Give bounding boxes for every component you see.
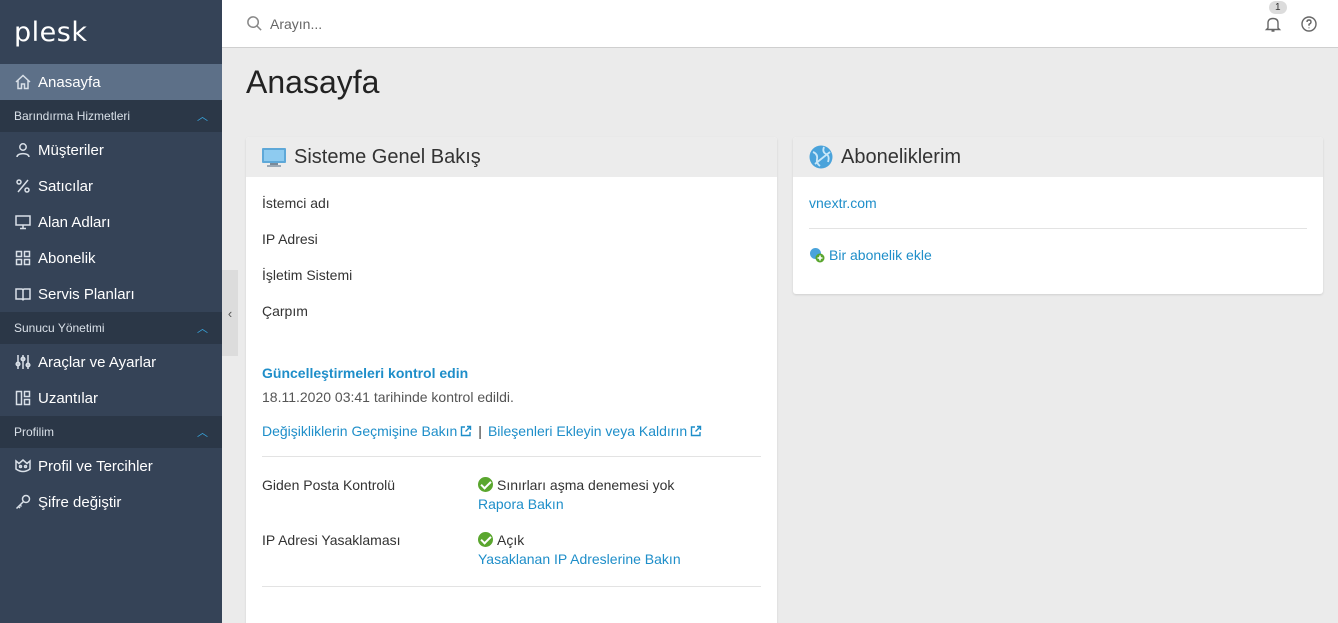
- section-title: Profilim: [14, 425, 55, 439]
- section-server-management[interactable]: Sunucu Yönetimi ︿: [0, 312, 222, 344]
- section-title: Sunucu Yönetimi: [14, 321, 105, 335]
- section-hosting-services[interactable]: Barındırma Hizmetleri ︿: [0, 100, 222, 132]
- sidebar-item-label: Satıcılar: [38, 177, 94, 195]
- home-icon: [14, 73, 32, 91]
- field-client-name: İstemci adı: [262, 195, 330, 211]
- topbar-icons: 1: [1264, 0, 1318, 48]
- sidebar-item-subscriptions[interactable]: Abonelik: [0, 240, 222, 276]
- link-label: Bileşenleri Ekleyin veya Kaldırın: [487, 423, 688, 439]
- add-subscription-icon: [809, 247, 825, 263]
- status-value: Sınırları aşma denemesi yok: [497, 477, 675, 493]
- sidebar-item-domains[interactable]: Alan Adları: [0, 204, 222, 240]
- change-history-link[interactable]: Değişikliklerin Geçmişine Bakın: [262, 423, 472, 439]
- my-subscriptions-card: Aboneliklerim vnextr.com Bir abonelik ek…: [793, 137, 1323, 294]
- percent-icon: [14, 177, 32, 195]
- section-title: Barındırma Hizmetleri: [14, 109, 131, 123]
- outgoing-mail-status: Giden Posta Kontrolü Sınırları aşma dene…: [262, 477, 761, 512]
- notifications-button[interactable]: 1: [1264, 1, 1287, 33]
- chevron-left-icon: ‹: [227, 305, 233, 321]
- check-updates-link[interactable]: Güncelleştirmeleri kontrol edin: [262, 365, 761, 381]
- computer-icon: [261, 144, 287, 170]
- field-operating-system: İşletim Sistemi: [262, 267, 353, 283]
- sidebar-item-customers[interactable]: Müşteriler: [0, 132, 222, 168]
- add-remove-components-link[interactable]: Bileşenleri Ekleyin veya Kaldırın: [488, 423, 702, 439]
- subscription-domain-link[interactable]: vnextr.com: [809, 195, 1307, 211]
- field-ip-address: IP Adresi: [262, 231, 318, 247]
- divider: [262, 586, 761, 587]
- user-icon: [14, 141, 32, 159]
- link-label: Bir abonelik ekle: [829, 247, 932, 263]
- link-label: Değişikliklerin Geçmişine Bakın: [262, 423, 458, 439]
- check-circle-icon: [478, 532, 493, 547]
- help-button[interactable]: [1300, 15, 1318, 33]
- extensions-icon: [14, 389, 32, 407]
- divider: [809, 228, 1307, 229]
- add-subscription-link[interactable]: Bir abonelik ekle: [809, 247, 1307, 263]
- sidebar-item-label: Anasayfa: [38, 73, 101, 91]
- external-link-icon: [460, 424, 472, 437]
- component-links: Değişikliklerin Geçmişine Bakın | Bileşe…: [262, 423, 761, 439]
- chevron-up-icon: ︿: [197, 111, 208, 123]
- plesk-logo[interactable]: plesk: [0, 0, 222, 64]
- link-separator: |: [478, 423, 482, 439]
- sidebar-item-label: Alan Adları: [38, 213, 111, 231]
- system-overview-card: Sisteme Genel Bakış İstemci adı IP Adres…: [246, 137, 777, 623]
- chevron-up-icon: ︿: [197, 323, 208, 335]
- sidebar-item-label: Araçlar ve Ayarlar: [38, 353, 157, 371]
- ip-ban-status: IP Adresi Yasaklaması Açık Yasaklanan IP…: [262, 532, 761, 567]
- book-icon: [14, 285, 32, 303]
- search-icon: [247, 16, 262, 31]
- status-label: IP Adresi Yasaklaması: [262, 532, 401, 548]
- topbar: 1: [222, 0, 1338, 48]
- sidebar-item-label: Servis Planları: [38, 285, 135, 303]
- search-input[interactable]: [270, 15, 870, 32]
- status-label: Giden Posta Kontrolü: [262, 477, 396, 493]
- sidebar-item-label: Şifre değiştir: [38, 493, 122, 511]
- sidebar-collapse-toggle[interactable]: ‹: [222, 270, 238, 356]
- sidebar: plesk Anasayfa Barındırma Hizmetleri ︿ M…: [0, 0, 222, 623]
- page-title: Anasayfa: [246, 64, 380, 100]
- sidebar-item-label: Abonelik: [38, 249, 96, 267]
- sidebar-item-label: Profil ve Tercihler: [38, 457, 153, 475]
- card-title: Sisteme Genel Bakış: [294, 145, 481, 168]
- section-my-profile[interactable]: Profilim ︿: [0, 416, 222, 448]
- profile-mask-icon: [14, 457, 32, 475]
- search-box: [246, 15, 946, 32]
- external-link-icon: [690, 424, 702, 437]
- sidebar-item-label: Müşteriler: [38, 141, 104, 159]
- last-checked-note: 18.11.2020 03:41 tarihinde kontrol edild…: [262, 389, 514, 405]
- sliders-icon: [14, 353, 32, 371]
- field-product: Çarpım: [262, 303, 308, 319]
- check-circle-icon: [478, 477, 493, 492]
- status-value: Açık: [497, 532, 525, 548]
- sidebar-item-tools-settings[interactable]: Araçlar ve Ayarlar: [0, 344, 222, 380]
- bell-icon: [1264, 17, 1282, 32]
- sidebar-item-service-plans[interactable]: Servis Planları: [0, 276, 222, 312]
- grid-icon: [14, 249, 32, 267]
- chevron-up-icon: ︿: [197, 427, 208, 439]
- key-icon: [14, 493, 32, 511]
- card-header: Aboneliklerim: [793, 137, 1323, 177]
- view-banned-ips-link[interactable]: Yasaklanan IP Adreslerine Bakın: [478, 551, 681, 567]
- card-title: Aboneliklerim: [841, 145, 962, 168]
- sidebar-item-label: Uzantılar: [38, 389, 99, 407]
- divider: [262, 456, 761, 457]
- view-report-link[interactable]: Rapora Bakın: [478, 496, 674, 512]
- sidebar-item-home[interactable]: Anasayfa: [0, 64, 222, 100]
- help-icon: [1301, 16, 1317, 32]
- sidebar-item-resellers[interactable]: Satıcılar: [0, 168, 222, 204]
- sidebar-item-change-password[interactable]: Şifre değiştir: [0, 484, 222, 520]
- sidebar-item-profile-preferences[interactable]: Profil ve Tercihler: [0, 448, 222, 484]
- globe-icon: [808, 144, 834, 170]
- card-header: Sisteme Genel Bakış: [246, 137, 777, 177]
- sidebar-item-extensions[interactable]: Uzantılar: [0, 380, 222, 416]
- monitor-icon: [14, 213, 32, 231]
- notification-count-badge: 1: [1269, 1, 1287, 14]
